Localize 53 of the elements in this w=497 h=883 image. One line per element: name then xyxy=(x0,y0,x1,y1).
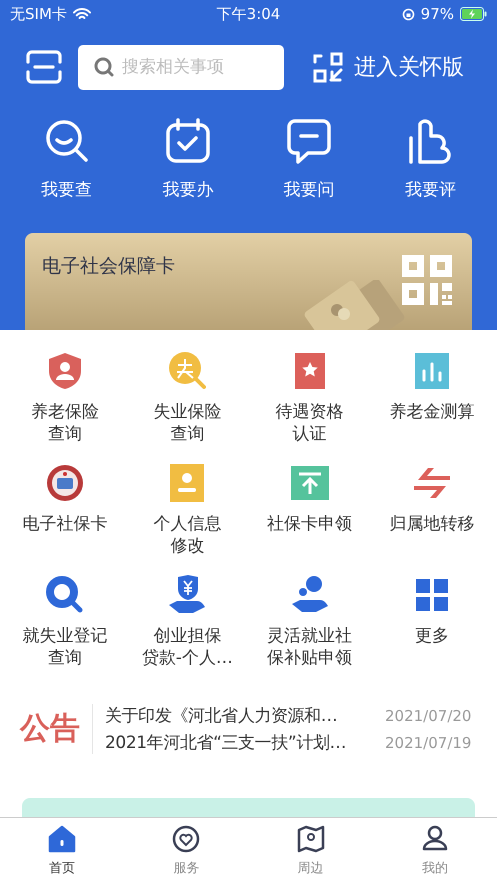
scan-icon[interactable] xyxy=(26,50,62,84)
yen-hand-icon xyxy=(169,574,206,616)
social-security-card[interactable]: 电子社会保障卡 xyxy=(25,233,472,330)
service-item[interactable]: 就失业登记 查询 xyxy=(4,574,126,686)
quick-action[interactable]: 我要办 xyxy=(127,118,248,201)
care-mode-button[interactable]: 进入关怀版 xyxy=(312,51,464,83)
service-item[interactable]: 电子社保卡 xyxy=(4,462,126,574)
search-icon xyxy=(44,118,90,164)
tab-item[interactable]: 首页 xyxy=(0,818,124,883)
person-card-icon xyxy=(170,462,204,504)
home-icon xyxy=(48,824,76,852)
service-item[interactable]: 归属地转移 xyxy=(370,462,493,574)
service-item[interactable]: 创业担保 贷款-个人… xyxy=(126,574,248,686)
quick-action[interactable]: 我要问 xyxy=(248,118,370,201)
notice-date: 2021/07/20 xyxy=(385,707,472,725)
battery-icon xyxy=(460,7,487,21)
shield-person-icon xyxy=(48,350,82,392)
calendar-icon xyxy=(164,118,211,164)
tab-item[interactable]: 服务 xyxy=(124,818,248,883)
card-title: 电子社会保障卡 xyxy=(42,254,175,279)
quick-action[interactable]: 我要查 xyxy=(6,118,128,201)
status-time: 下午3:04 xyxy=(216,4,280,24)
star-certificate-icon xyxy=(294,350,326,392)
care-mode-icon xyxy=(312,51,344,83)
carrier-text: 无SIM卡 xyxy=(10,4,67,24)
service-item[interactable]: 待遇资格 认证 xyxy=(248,350,371,462)
emblem-icon xyxy=(46,462,84,504)
search-icon xyxy=(94,56,114,76)
quick-action[interactable]: 我要评 xyxy=(370,118,491,201)
chat-icon xyxy=(286,118,332,164)
notice-title[interactable]: 关于印发《河北省人力资源和… xyxy=(105,704,377,727)
rotation-lock-icon xyxy=(402,8,415,20)
service-item[interactable]: 灵活就业社 保补贴申领 xyxy=(248,574,371,686)
qr-code-icon[interactable] xyxy=(402,255,452,305)
service-item[interactable]: 社保卡申领 xyxy=(248,462,371,574)
notice-label: 公告 xyxy=(20,704,93,754)
service-item[interactable]: 失业保险 查询 xyxy=(126,350,248,462)
tab-item[interactable]: 我的 xyxy=(372,818,497,883)
service-item[interactable]: 更多 xyxy=(370,574,493,686)
tab-item[interactable]: 周边 xyxy=(248,818,373,883)
bar-chart-icon xyxy=(414,350,449,392)
person-icon xyxy=(420,824,449,852)
map-icon xyxy=(296,824,325,852)
service-item[interactable]: 个人信息 修改 xyxy=(126,462,248,574)
thumbs-up-icon xyxy=(407,118,454,164)
wifi-icon xyxy=(72,8,91,20)
service-item[interactable]: 养老金测算 xyxy=(370,350,493,462)
battery-percent: 97% xyxy=(420,5,454,23)
service-item[interactable]: 养老保险 查询 xyxy=(4,350,126,462)
magnifier-badge-icon xyxy=(168,350,206,392)
search-field[interactable]: 搜索相关事项 xyxy=(78,44,284,90)
notice-date: 2021/07/19 xyxy=(385,734,472,752)
notice-title[interactable]: 2021年河北省“三支一扶”计划… xyxy=(105,731,377,754)
